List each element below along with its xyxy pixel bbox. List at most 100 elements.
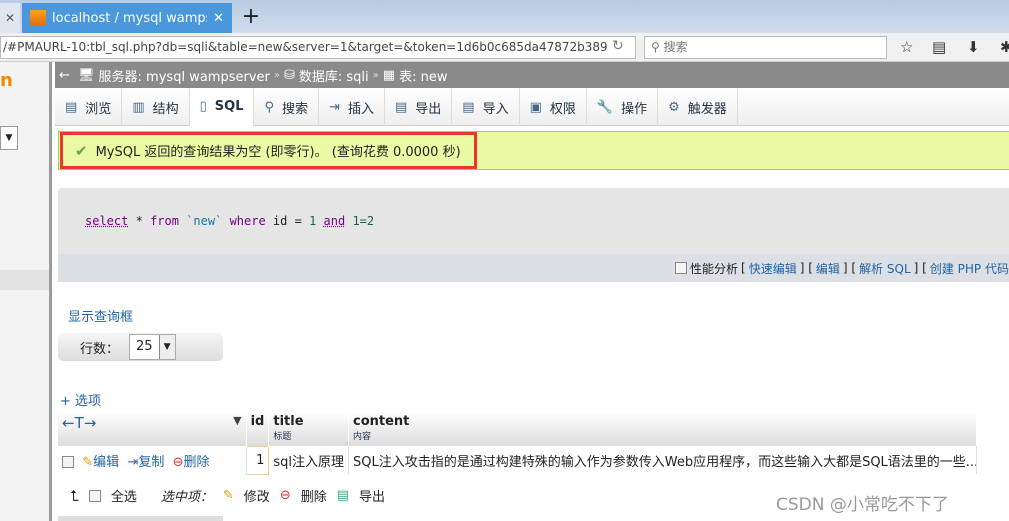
edit-link[interactable]: 编辑 xyxy=(816,260,840,277)
pencil-icon: ✎ xyxy=(222,488,234,503)
main-tabs: ▤ 浏览 ▥ 结构 ▯ SQL ⚲ 搜索 ⇥ 插入 ▤ 导出 ▤ 导入 ▣ 权限 🔧 操作 ⚙ 触发… xyxy=(55,88,1009,126)
structure-icon: ▥ xyxy=(132,99,145,115)
column-comment: 内容 xyxy=(353,432,372,442)
database-icon: ⛁ xyxy=(283,67,295,83)
bottom-navigation-bar xyxy=(58,516,223,521)
show-query-box-link[interactable]: 显示查询框 xyxy=(68,306,133,325)
tab-operations[interactable]: 🔧 操作 xyxy=(587,88,659,126)
success-message: ✔ MySQL 返回的查询结果为空 (即零行)。 (查询花费 0.0000 秒) xyxy=(60,132,477,169)
sql-query-box: select * from `new` where id = 1 and 1=2… xyxy=(58,188,1009,282)
navigation-sidebar: n ▼ xyxy=(0,62,52,521)
tab-title: localhost / mysql wampser xyxy=(52,10,207,26)
bulk-actions: ⮤ 全选 选中项： ✎ 修改 ⊖ 删除 ▤ 导出 xyxy=(70,486,385,506)
reload-icon[interactable]: ↻ xyxy=(612,38,624,54)
dropdown-arrow-icon: ▼ xyxy=(158,335,175,359)
sql-number: 1 xyxy=(309,214,317,228)
copy-row-link[interactable]: 复制 xyxy=(138,455,164,470)
sql-token: 1=2 xyxy=(352,214,375,228)
close-icon[interactable]: ✕ xyxy=(213,11,224,26)
tab-browse[interactable]: ▤ 浏览 xyxy=(55,88,123,126)
profiling-label: 性能分析 xyxy=(689,261,738,276)
breadcrumb-server[interactable]: 服务器: mysql wampserver xyxy=(99,66,270,85)
column-name: title xyxy=(273,414,304,429)
export-button[interactable]: 导出 xyxy=(359,486,385,505)
message-text: MySQL 返回的查询结果为空 (即零行)。 (查询花费 0.0000 秒) xyxy=(95,145,461,160)
delete-button[interactable]: 删除 xyxy=(301,486,327,505)
tab-label: 插入 xyxy=(347,101,374,117)
browser-tab-active[interactable]: localhost / mysql wampser ✕ xyxy=(22,3,232,33)
column-name: content xyxy=(353,414,410,429)
sql-actions-bar: 性能分析 [快速编辑] [编辑] [解析 SQL] [创建 PHP 代码 xyxy=(58,254,1009,282)
tab-label: 搜索 xyxy=(282,101,309,117)
tab-structure[interactable]: ▥ 结构 xyxy=(122,88,190,126)
delete-icon: ⊖ xyxy=(172,454,184,470)
column-resize-handle[interactable]: ←T→ ▼ xyxy=(58,412,247,446)
change-button[interactable]: 修改 xyxy=(244,486,270,505)
back-arrow-icon[interactable]: ← xyxy=(59,68,74,83)
tab-triggers[interactable]: ⚙ 触发器 xyxy=(658,88,738,126)
cell-id[interactable]: 1 xyxy=(245,445,270,475)
import-icon: ▤ xyxy=(462,99,475,115)
tab-label: 浏览 xyxy=(85,101,112,117)
search-input[interactable]: ⚲ 搜索 xyxy=(644,36,887,59)
select-all-label[interactable]: 全选 xyxy=(111,486,137,505)
tab-export[interactable]: ▤ 导出 xyxy=(385,88,453,126)
new-tab-button[interactable]: + xyxy=(236,3,266,33)
sql-keyword[interactable]: and xyxy=(324,214,346,228)
profiling-checkbox[interactable] xyxy=(674,262,687,274)
column-header-id[interactable]: id xyxy=(246,412,270,446)
column-header-title[interactable]: title 标题 xyxy=(268,412,349,446)
tab-label: SQL xyxy=(214,99,244,114)
column-comment: 标题 xyxy=(273,432,292,442)
tab-label: 权限 xyxy=(549,101,576,117)
edit-row-link[interactable]: 编辑 xyxy=(93,455,119,470)
tab-insert[interactable]: ⇥ 插入 xyxy=(319,88,385,126)
tab-import[interactable]: ▤ 导入 xyxy=(452,88,520,126)
tab-label: 触发器 xyxy=(687,101,727,117)
rows-select[interactable]: 25 ▼ xyxy=(129,334,176,360)
tab-label: 导入 xyxy=(482,101,509,117)
breadcrumb-database[interactable]: 数据库: sqli xyxy=(299,66,369,85)
dropdown-arrow-icon[interactable]: ▼ xyxy=(0,126,18,150)
create-php-code-link[interactable]: 创建 PHP 代码 xyxy=(930,260,1009,277)
search-icon: ⚲ xyxy=(651,40,664,54)
bookmark-star-icon[interactable]: ☆ xyxy=(900,38,913,56)
sql-keyword: from xyxy=(150,214,179,228)
checkmark-icon: ✔ xyxy=(75,141,88,160)
sort-arrow-icon[interactable]: ▼ xyxy=(233,414,241,427)
delete-row-link[interactable]: 删除 xyxy=(184,455,210,470)
sql-keyword[interactable]: select xyxy=(85,214,128,228)
tab-privileges[interactable]: ▣ 权限 xyxy=(520,88,587,126)
extension-icon[interactable]: ✱ xyxy=(1000,38,1009,56)
row-checkbox[interactable] xyxy=(62,456,74,468)
phpmyadmin-favicon-icon xyxy=(30,10,46,26)
column-name: id xyxy=(250,414,265,429)
tab-label: 结构 xyxy=(152,101,179,117)
cell-title[interactable]: sql注入原理 xyxy=(268,446,349,474)
url-input[interactable]: /#PMAURL-10:tbl_sql.php?db=sqli&table=ne… xyxy=(0,36,636,59)
inline-edit-link[interactable]: 快速编辑 xyxy=(749,260,797,277)
sidebar-divider xyxy=(0,270,49,290)
breadcrumb-table[interactable]: 表: new xyxy=(399,66,447,85)
rows-label: 行数： xyxy=(80,341,120,357)
options-toggle-link[interactable]: + 选项 xyxy=(60,390,101,409)
results-table: ←T→ ▼ id title 标题 content 内容 ✎编辑 ⇥复制 ⊖删除 1 … xyxy=(58,412,977,475)
search-icon: ⚲ xyxy=(264,99,275,115)
reading-list-icon[interactable]: ▤ xyxy=(932,38,946,56)
column-header-content[interactable]: content 内容 xyxy=(348,412,977,446)
copy-icon: ⇥ xyxy=(127,454,139,470)
sql-token: * xyxy=(135,214,143,228)
watermark: CSDN @小常吃不下了 xyxy=(776,495,949,515)
download-icon[interactable]: ⬇ xyxy=(967,38,980,56)
browse-icon: ▤ xyxy=(65,99,78,115)
cell-content[interactable]: SQL注入攻击指的是通过构建特殊的输入作为参数传入Web应用程序，而这些输入大都… xyxy=(348,446,977,474)
table-icon: ▦ xyxy=(382,67,396,83)
explain-sql-link[interactable]: 解析 SQL xyxy=(859,260,911,277)
close-icon[interactable]: ✕ xyxy=(0,3,20,33)
tab-search[interactable]: ⚲ 搜索 xyxy=(254,88,320,126)
select-all-checkbox[interactable] xyxy=(88,489,101,502)
sql-icon: ▯ xyxy=(199,99,207,114)
privileges-icon: ▣ xyxy=(529,99,542,115)
tab-sql[interactable]: ▯ SQL xyxy=(189,88,255,126)
tab-label: 导出 xyxy=(415,101,442,117)
